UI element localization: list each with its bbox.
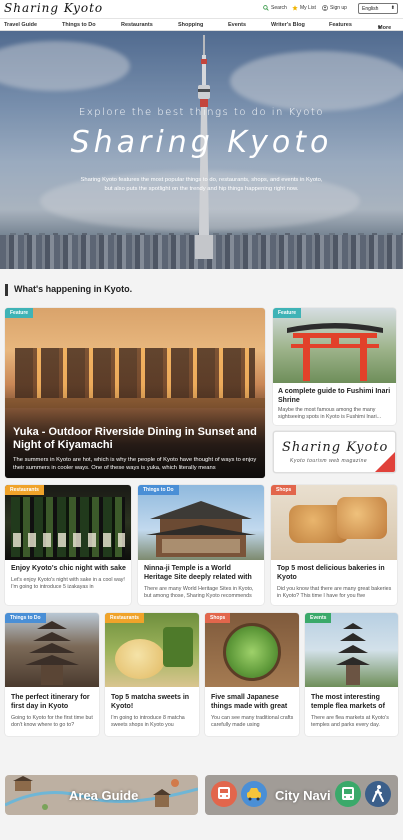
nav-writers-blog[interactable]: Writer's Blog	[271, 22, 305, 28]
category-tag: Things to Do	[5, 613, 46, 623]
card-description: Let's enjoy Kyoto's night with sake in a…	[11, 577, 125, 590]
magazine-banner[interactable]: Sharing Kyoto Kyoto tourism web magazine	[273, 431, 396, 473]
round-window-image	[223, 623, 281, 681]
bus-icon	[335, 781, 361, 807]
temple-building-image	[146, 501, 256, 557]
card-title[interactable]: Top 5 most delicious bakeries in Kyoto	[277, 565, 393, 582]
hero-description-line: Sharing Kyoto features the most popular …	[80, 177, 323, 183]
search-link[interactable]: Search	[263, 5, 287, 11]
area-guide-banner[interactable]: Area Guide	[5, 775, 198, 815]
nav-things-to-do[interactable]: Things to Do	[62, 22, 96, 28]
bottle-labels-image	[13, 533, 125, 547]
bread-loaf-image	[337, 497, 387, 539]
taxi-icon	[241, 781, 267, 807]
article-card[interactable]: Restaurants Top 5 matcha sweets in Kyoto…	[105, 613, 199, 736]
card-title[interactable]: Enjoy Kyoto's chic night with sake	[11, 565, 127, 574]
category-tag: Restaurants	[105, 613, 144, 623]
card-description: There are flea markets at Kyoto's temple…	[311, 715, 389, 728]
walking-icon	[365, 781, 391, 807]
search-label: Search	[271, 5, 287, 11]
card-description: I'm going to introduce 8 matcha sweets s…	[111, 715, 185, 728]
hero-description-line: but also puts the spotlight on the trend…	[104, 186, 299, 192]
category-tag: Shops	[205, 613, 231, 623]
star-icon	[292, 5, 298, 11]
card-description: Maybe the most famous among the many sig…	[278, 407, 382, 420]
site-logo[interactable]: Sharing Kyoto	[4, 1, 103, 15]
card-description: The summers in Kyoto are hot, which is w…	[13, 457, 257, 471]
city-navi-banner[interactable]: City Navi	[205, 775, 398, 815]
updown-arrow-icon: ⬍	[390, 5, 395, 11]
article-card[interactable]: Things to Do Ninna-ji Temple is a World …	[138, 485, 264, 605]
corner-decoration	[375, 452, 395, 472]
mylist-link[interactable]: My List	[292, 5, 316, 11]
nav-travel-guide[interactable]: Travel Guide	[4, 22, 37, 28]
main-nav: Travel Guide Things to Do Restaurants Sh…	[0, 18, 403, 31]
language-value: English	[362, 6, 379, 12]
article-card[interactable]: Things to Do The perfect itinerary for f…	[5, 613, 99, 736]
card-title[interactable]: Top 5 matcha sweets in Kyoto!	[111, 694, 197, 711]
category-tag: Shops	[271, 485, 297, 495]
card-description: You can see many traditional crafts care…	[211, 715, 294, 728]
city-navi-label: City Navi	[275, 788, 331, 803]
area-guide-label: Area Guide	[69, 788, 139, 803]
card-description: There are many World Heritage Sites in K…	[144, 586, 254, 599]
hero-banner: Explore the best things to do in Kyoto S…	[0, 31, 403, 269]
article-card[interactable]: Shops Five small Japanese things made wi…	[205, 613, 299, 736]
image-overlay	[5, 308, 265, 478]
signup-link[interactable]: Sign up	[322, 5, 347, 11]
matcha-glass-image	[163, 627, 193, 667]
bottle-row-image	[11, 497, 125, 557]
card-title[interactable]: Five small Japanese things made with gre…	[211, 694, 297, 711]
banner-subtitle: Kyoto tourism web magazine	[290, 458, 368, 464]
nav-features[interactable]: Features	[329, 22, 352, 28]
signup-label: Sign up	[330, 5, 347, 11]
hero-description: Sharing Kyoto features the most popular …	[60, 176, 343, 194]
category-tag: Feature	[5, 308, 34, 318]
card-title[interactable]: A complete guide to Fushimi Inari Shrine	[278, 388, 393, 405]
section-title: What's happening in Kyoto.	[5, 284, 132, 296]
pagoda-image	[336, 623, 370, 685]
hero-tagline: Explore the best things to do in Kyoto	[79, 107, 324, 118]
category-tag: Things to Do	[138, 485, 179, 495]
card-title[interactable]: The perfect itinerary for first day in K…	[11, 694, 97, 711]
card-description: Did you know that there are many great b…	[277, 586, 392, 599]
category-tag: Restaurants	[5, 485, 44, 495]
category-tag: Events	[305, 613, 332, 623]
feature-card-large[interactable]: Feature Yuka - Outdoor Riverside Dining …	[5, 308, 265, 478]
search-icon	[263, 5, 269, 11]
top-bar: Sharing Kyoto Search My List Sign up Eng…	[0, 0, 403, 18]
article-card[interactable]: Restaurants Enjoy Kyoto's chic night wit…	[5, 485, 131, 605]
card-title[interactable]: Ninna-ji Temple is a World Heritage Site…	[144, 565, 260, 582]
user-icon	[322, 5, 328, 11]
card-title[interactable]: Yuka - Outdoor Riverside Dining in Sunse…	[13, 426, 263, 452]
article-card[interactable]: Events The most interesting temple flea …	[305, 613, 398, 736]
nav-restaurants[interactable]: Restaurants	[121, 22, 153, 28]
hero-title: Sharing Kyoto	[70, 125, 333, 160]
feature-card-side[interactable]: Feature A complete guide to Fushimi Inar…	[273, 308, 396, 425]
mylist-label: My List	[300, 5, 316, 11]
language-select[interactable]: English ⬍	[358, 3, 398, 14]
castella-cake-image	[115, 639, 165, 679]
nav-shopping[interactable]: Shopping	[178, 22, 203, 28]
torii-gate-image	[287, 323, 383, 381]
category-tag: Feature	[273, 308, 302, 318]
card-title[interactable]: The most interesting temple flea markets…	[311, 694, 396, 711]
nav-events[interactable]: Events	[228, 22, 246, 28]
banner-title: Sharing Kyoto	[282, 440, 389, 455]
train-icon	[211, 781, 237, 807]
card-description: Going to Kyoto for the first time but do…	[11, 715, 93, 728]
article-card[interactable]: Shops Top 5 most delicious bakeries in K…	[271, 485, 397, 605]
pagoda-image	[25, 621, 79, 685]
